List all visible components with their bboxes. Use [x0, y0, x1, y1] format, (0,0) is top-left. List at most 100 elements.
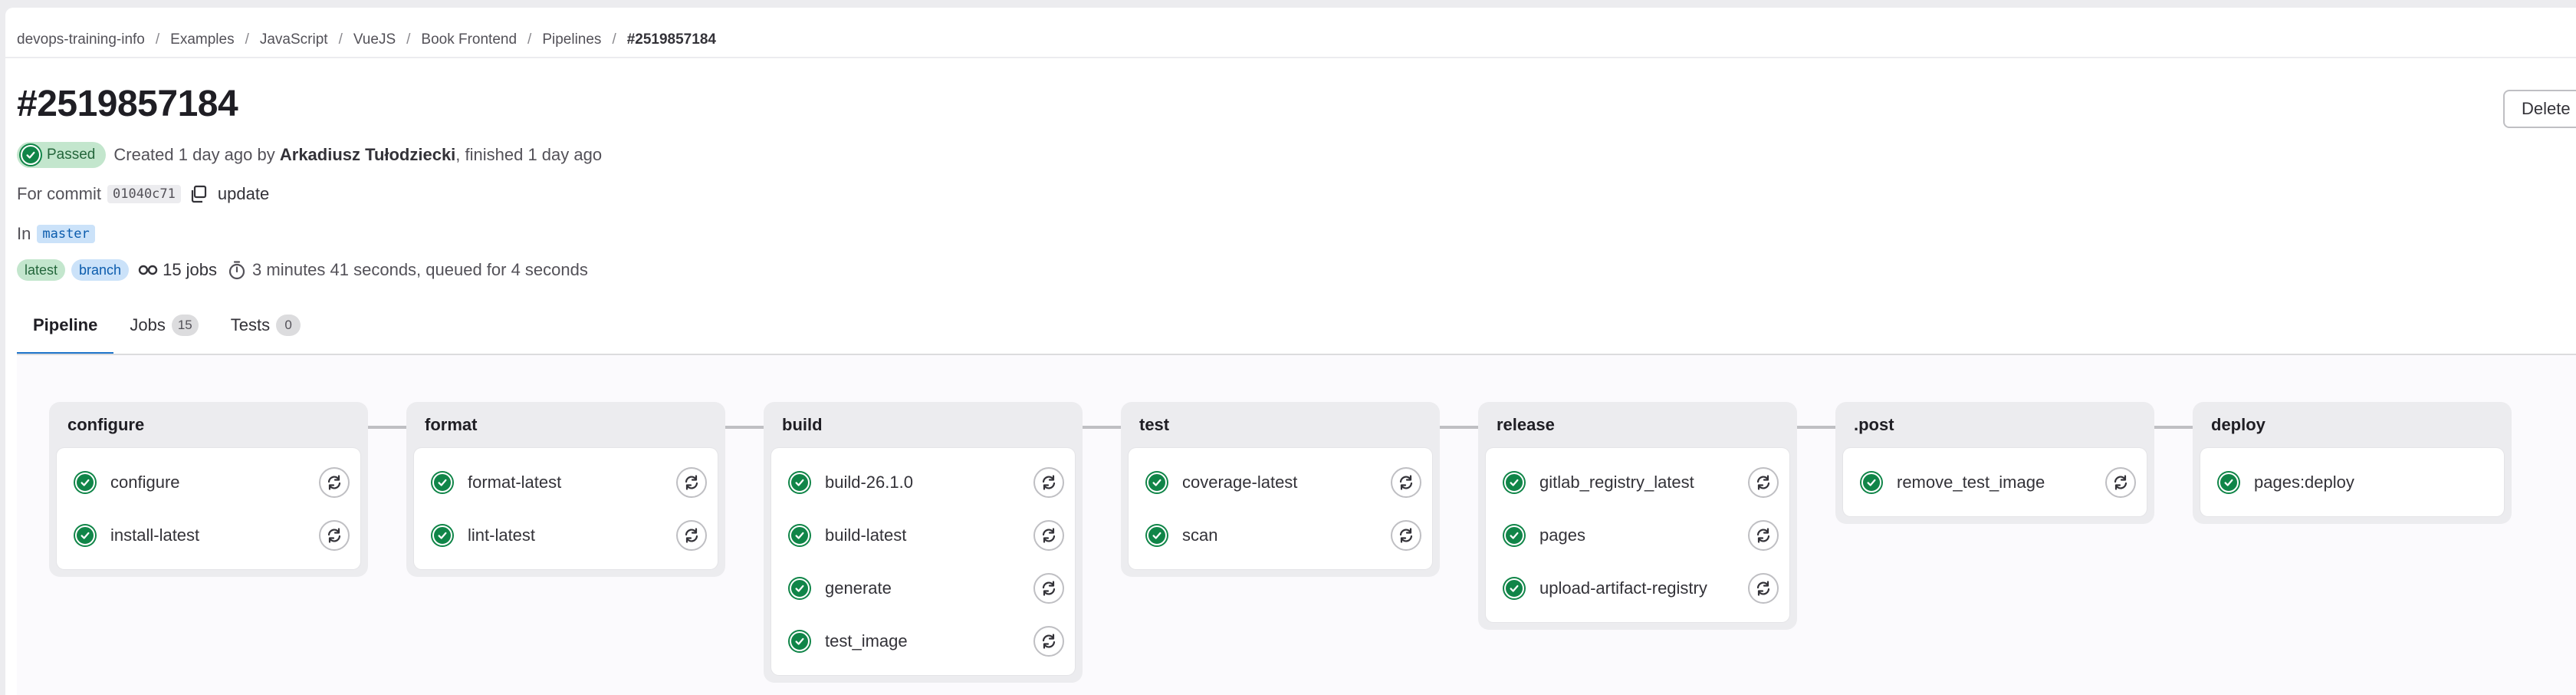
job-item[interactable]: build-26.1.0 [779, 456, 1067, 509]
job-name: coverage-latest [1182, 472, 1298, 492]
job-item[interactable]: upload-artifact-registry [1493, 562, 1782, 614]
job-item[interactable]: scan [1136, 509, 1424, 562]
breadcrumb-item-javascript[interactable]: JavaScript [260, 31, 328, 48]
job-name: lint-latest [468, 525, 536, 545]
check-circle-icon [1504, 578, 1524, 598]
job-name: scan [1182, 525, 1218, 545]
breadcrumb-item-project[interactable]: Book Frontend [421, 31, 517, 48]
stage-connector [1079, 426, 1126, 429]
author-link[interactable]: Arkadiusz Tułodziecki [280, 145, 455, 165]
check-circle-icon [432, 472, 452, 492]
check-circle-icon [21, 145, 41, 165]
tab-tests[interactable]: Tests 0 [215, 295, 317, 355]
job-item[interactable]: install-latest [64, 509, 353, 562]
stage-connector [364, 426, 412, 429]
retry-icon[interactable] [1748, 572, 1779, 604]
retry-icon[interactable] [1033, 466, 1064, 498]
retry-icon[interactable] [1033, 572, 1064, 604]
job-name: build-26.1.0 [825, 472, 913, 492]
job-item[interactable]: build-latest [779, 509, 1067, 562]
stage-connector [721, 426, 769, 429]
job-item[interactable]: coverage-latest [1136, 456, 1424, 509]
check-circle-icon [2219, 472, 2239, 492]
tab-pipeline[interactable]: Pipeline [17, 295, 114, 355]
job-name: remove_test_image [1897, 472, 2045, 492]
job-name: configure [110, 472, 180, 492]
stage-format: format format-latest lint-latest [406, 402, 725, 577]
delete-button[interactable]: Delete [2503, 90, 2576, 128]
job-item[interactable]: remove_test_image [1851, 456, 2139, 509]
job-item[interactable]: gitlab_registry_latest [1493, 456, 1782, 509]
breadcrumb-item-vuejs[interactable]: VueJS [353, 31, 396, 48]
job-item[interactable]: test_image [779, 614, 1067, 667]
finished-text: , finished 1 day ago [455, 145, 603, 164]
breadcrumb-item-current[interactable]: #2519857184 [627, 31, 716, 48]
jobs-count-label: 15 jobs [163, 260, 218, 279]
job-name: pages [1539, 525, 1585, 545]
stage-configure: configure configure install-latest [49, 402, 368, 577]
job-item[interactable]: pages:deploy [2208, 456, 2496, 509]
job-name: generate [825, 578, 892, 598]
retry-icon[interactable] [676, 519, 707, 551]
job-item[interactable]: lint-latest [422, 509, 710, 562]
tab-jobs-count: 15 [171, 315, 199, 336]
retry-icon[interactable] [1033, 519, 1064, 551]
commit-prefix: For commit [17, 184, 101, 203]
check-circle-icon [75, 472, 95, 492]
job-item[interactable]: format-latest [422, 456, 710, 509]
stage-deploy: deploy pages:deploy [2193, 402, 2512, 524]
page-title: #2519857184 [17, 84, 238, 124]
job-name: format-latest [468, 472, 562, 492]
commit-message-link[interactable]: update [218, 184, 269, 204]
stage-jobs: pages:deploy [2200, 448, 2504, 516]
job-item[interactable]: configure [64, 456, 353, 509]
pipeline-status-row: Passed Created 1 day ago by Arkadiusz Tu… [17, 140, 602, 170]
retry-icon[interactable] [319, 466, 350, 498]
check-circle-icon [1861, 472, 1881, 492]
check-circle-icon [790, 472, 810, 492]
retry-icon[interactable] [1033, 625, 1064, 657]
tab-jobs[interactable]: Jobs 15 [113, 295, 214, 355]
check-circle-icon [790, 631, 810, 651]
breadcrumb-item-group[interactable]: devops-training-info [17, 31, 145, 48]
stage-jobs: format-latest lint-latest [414, 448, 718, 569]
stage-connector [1436, 426, 1484, 429]
stage-title: release [1497, 415, 1555, 434]
tab-pipeline-label: Pipeline [33, 315, 98, 334]
status-badge[interactable]: Passed [17, 142, 107, 168]
tab-tests-count: 0 [276, 315, 301, 336]
header-divider [5, 57, 2576, 58]
stage-title: format [425, 415, 478, 434]
job-name: gitlab_registry_latest [1539, 472, 1694, 492]
retry-icon[interactable] [1748, 519, 1779, 551]
stage-title: test [1139, 415, 1170, 434]
duration-label: 3 minutes 41 seconds, queued for 4 secon… [252, 260, 588, 279]
stage-release: release gitlab_registry_latest pages upl… [1478, 402, 1797, 630]
retry-icon[interactable] [676, 466, 707, 498]
pipeline-tabs: Pipeline Jobs 15 Tests 0 [17, 295, 317, 355]
job-item[interactable]: pages [1493, 509, 1782, 562]
job-name: build-latest [825, 525, 907, 545]
stage-build: build build-26.1.0 build-latest generate… [764, 402, 1083, 683]
created-text: Created 1 day ago by [113, 145, 275, 164]
branch-row: In master [17, 219, 95, 249]
retry-icon[interactable] [319, 519, 350, 551]
breadcrumb-item-pipelines[interactable]: Pipelines [542, 31, 601, 48]
retry-icon[interactable] [2105, 466, 2136, 498]
job-name: test_image [825, 631, 908, 651]
retry-icon[interactable] [1748, 466, 1779, 498]
stage-connector [1793, 426, 1841, 429]
stage-post: .post remove_test_image [1835, 402, 2154, 524]
stage-title: .post [1854, 415, 1894, 434]
commit-row: For commit 01040c71 update [17, 179, 269, 209]
breadcrumb-item-examples[interactable]: Examples [170, 31, 234, 48]
jobs-count: 15 jobs [138, 260, 217, 280]
stage-jobs: build-26.1.0 build-latest generate test_… [771, 448, 1075, 675]
retry-icon[interactable] [1391, 466, 1421, 498]
copy-icon[interactable] [189, 184, 209, 204]
job-name: pages:deploy [2254, 472, 2354, 492]
job-item[interactable]: generate [779, 562, 1067, 614]
commit-sha-link[interactable]: 01040c71 [107, 185, 181, 203]
branch-link[interactable]: master [37, 225, 95, 243]
retry-icon[interactable] [1391, 519, 1421, 551]
